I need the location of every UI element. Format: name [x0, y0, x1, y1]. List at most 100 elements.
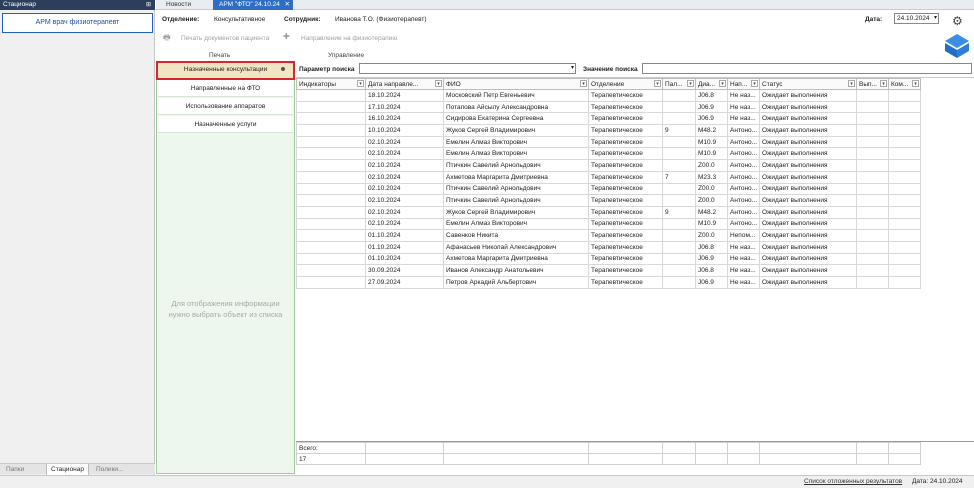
tab-clinic[interactable]: Полики...	[92, 464, 127, 475]
table-row[interactable]: 02.10.2024 Птичкин Савелий Арнольдович Тер…	[296, 182, 921, 196]
search-bar: Параметр поиска ▾ Значение поиска	[296, 62, 974, 76]
table-row[interactable]: 02.10.2024 Емелин Алмаз Викторович Терапев…	[296, 135, 921, 149]
table-cell	[856, 240, 889, 254]
search-param-select[interactable]: ▾	[359, 63, 576, 74]
table-row[interactable]: 10.10.2024 Жуков Сергей Владимирович Терап…	[296, 124, 921, 137]
filter-dropdown-icon[interactable]: ▾	[751, 80, 758, 87]
table-row[interactable]: 18.10.2024 Московский Петр Евгеньевич Тера…	[296, 89, 921, 102]
table-row[interactable]: 02.10.2024 Ахметова Маргарита Дмитриевна Т…	[296, 170, 921, 184]
table-row[interactable]: 02.10.2024 Жуков Сергей Владимирович Терап…	[296, 205, 921, 219]
column-header[interactable]: Ком... ▾	[888, 78, 921, 90]
table-cell: 02.10.2024	[365, 205, 444, 219]
summary-cell	[443, 453, 589, 465]
print-docs-button[interactable]: Печать документов пациента	[181, 35, 269, 42]
table-cell	[888, 147, 921, 161]
filter-dropdown-icon[interactable]: ▾	[435, 80, 442, 87]
tab-folders[interactable]: Папки	[2, 464, 28, 475]
table-cell: Z00.0	[695, 194, 728, 207]
table-cell: Ожидает выполнения	[759, 159, 857, 172]
table-cell: Птичкин Савелий Арнольдович	[443, 182, 589, 196]
table-cell	[662, 264, 696, 277]
nav-item-device-usage[interactable]: Использование аппаратов	[158, 98, 293, 115]
search-value-input[interactable]	[642, 63, 972, 74]
table-cell: 02.10.2024	[365, 170, 444, 184]
table-cell: M10.9	[695, 135, 728, 149]
column-header[interactable]: Отделение ▾	[588, 78, 663, 90]
table-cell: M48.2	[695, 124, 728, 137]
table-row[interactable]: 16.10.2024 Сидирова Екатерина Сергеевна Те…	[296, 112, 921, 126]
column-header[interactable]: Нап... ▾	[727, 78, 760, 90]
direction-button[interactable]: Направление на физиотерапию	[301, 35, 397, 42]
table-row[interactable]: 02.10.2024 Птичкин Савелий Арнольдович Тер…	[296, 159, 921, 172]
column-header[interactable]: ФИО ▾	[443, 78, 589, 90]
gear-icon[interactable]: ⚙	[952, 14, 963, 28]
table-cell: Терапевтическое	[588, 100, 663, 114]
table-cell: Птичкин Савелий Арнольдович	[443, 194, 589, 207]
table-row[interactable]: 17.10.2024 Потапова Айсылу Александровна Т…	[296, 100, 921, 114]
grid-summary: Всего: 17	[296, 441, 974, 465]
table-cell: 02.10.2024	[365, 159, 444, 172]
column-header[interactable]: Индикаторы ▾	[296, 78, 366, 90]
column-header[interactable]: Вып... ▾	[856, 78, 889, 90]
nav-item-assigned-consultations[interactable]: Назначенные консультации	[156, 61, 295, 80]
table-row[interactable]: 02.10.2024 Птичкин Савелий Арнольдович Тер…	[296, 194, 921, 207]
tab-news[interactable]: Новости	[160, 0, 197, 10]
deferred-results-link[interactable]: Список отложенных результатов	[804, 478, 902, 485]
column-header-label: Индикаторы	[299, 80, 336, 88]
table-row[interactable]: 01.10.2024 Ахметова Маргарита Дмитриевна Т…	[296, 252, 921, 266]
table-row[interactable]: 27.09.2024 Петров Аркадий Альбертович Тера…	[296, 276, 921, 289]
tab-arm-fto-label: АРМ "ФТО" 24.10.24	[219, 1, 280, 8]
nav-item-assigned-services[interactable]: Назначенные услуги	[158, 116, 293, 133]
column-header-label: Статус	[762, 80, 783, 88]
table-cell	[856, 217, 889, 231]
filter-dropdown-icon[interactable]: ▾	[654, 80, 661, 87]
search-value-label: Значение поиска	[583, 66, 638, 73]
table-cell: Не наз...	[727, 276, 760, 289]
table-cell: 9	[662, 205, 696, 219]
table-row[interactable]: 02.10.2024 Емелин Алмаз Викторович Терапев…	[296, 147, 921, 161]
tab-hospital[interactable]: Стационар	[46, 464, 90, 475]
table-cell	[856, 147, 889, 161]
table-row[interactable]: 02.10.2024 Емелин Алмаз Викторович Терапев…	[296, 217, 921, 231]
date-picker[interactable]: 24.10.2024 ▾	[894, 13, 939, 24]
summary-cell	[888, 453, 921, 465]
table-cell: Ожидает выполнения	[759, 112, 857, 126]
table-cell	[662, 89, 696, 102]
table-cell	[856, 170, 889, 184]
table-cell	[296, 170, 366, 184]
pin-icon[interactable]: ⊞	[146, 0, 151, 10]
filter-dropdown-icon[interactable]: ▾	[848, 80, 855, 87]
filter-dropdown-icon[interactable]: ▾	[357, 80, 364, 87]
table-cell: Ожидает выполнения	[759, 252, 857, 266]
table-row[interactable]: 30.09.2024 Иванов Александр Анатольевич Те…	[296, 264, 921, 277]
table-cell: 01.10.2024	[365, 252, 444, 266]
column-header[interactable]: Дата направле... ▾	[365, 78, 444, 90]
table-row[interactable]: 01.10.2024 Савенков Никита Терапевтическое…	[296, 229, 921, 242]
column-header-label: Пал...	[665, 80, 683, 88]
table-cell: 02.10.2024	[365, 182, 444, 196]
summary-cell	[759, 453, 857, 465]
table-cell	[856, 276, 889, 289]
table-cell	[662, 159, 696, 172]
table-cell: Ахметова Маргарита Дмитриевна	[443, 170, 589, 184]
filter-dropdown-icon[interactable]: ▾	[719, 80, 726, 87]
table-row[interactable]: 01.10.2024 Афанасьев Николай Александрови…	[296, 240, 921, 254]
column-header[interactable]: Статус ▾	[759, 78, 857, 90]
nav-item-directed-fto[interactable]: Направленные на ФТО	[158, 80, 293, 97]
summary-cell	[856, 442, 889, 454]
table-cell	[856, 205, 889, 219]
table-cell: Не наз...	[727, 100, 760, 114]
filter-dropdown-icon[interactable]: ▾	[687, 80, 694, 87]
filter-dropdown-icon[interactable]: ▾	[880, 80, 887, 87]
table-cell	[662, 182, 696, 196]
table-cell	[296, 252, 366, 266]
filter-dropdown-icon[interactable]: ▾	[580, 80, 587, 87]
filter-dropdown-icon[interactable]: ▾	[912, 80, 919, 87]
column-header[interactable]: Диа... ▾	[695, 78, 728, 90]
employee-label: Сотрудник:	[284, 16, 321, 23]
close-icon[interactable]: ✕	[285, 0, 290, 10]
column-header[interactable]: Пал... ▾	[662, 78, 696, 90]
tab-arm-fto[interactable]: АРМ "ФТО" 24.10.24 ✕	[213, 0, 293, 10]
arm-item[interactable]: АРМ врач физиотерапевт	[2, 13, 153, 33]
table-cell	[296, 205, 366, 219]
